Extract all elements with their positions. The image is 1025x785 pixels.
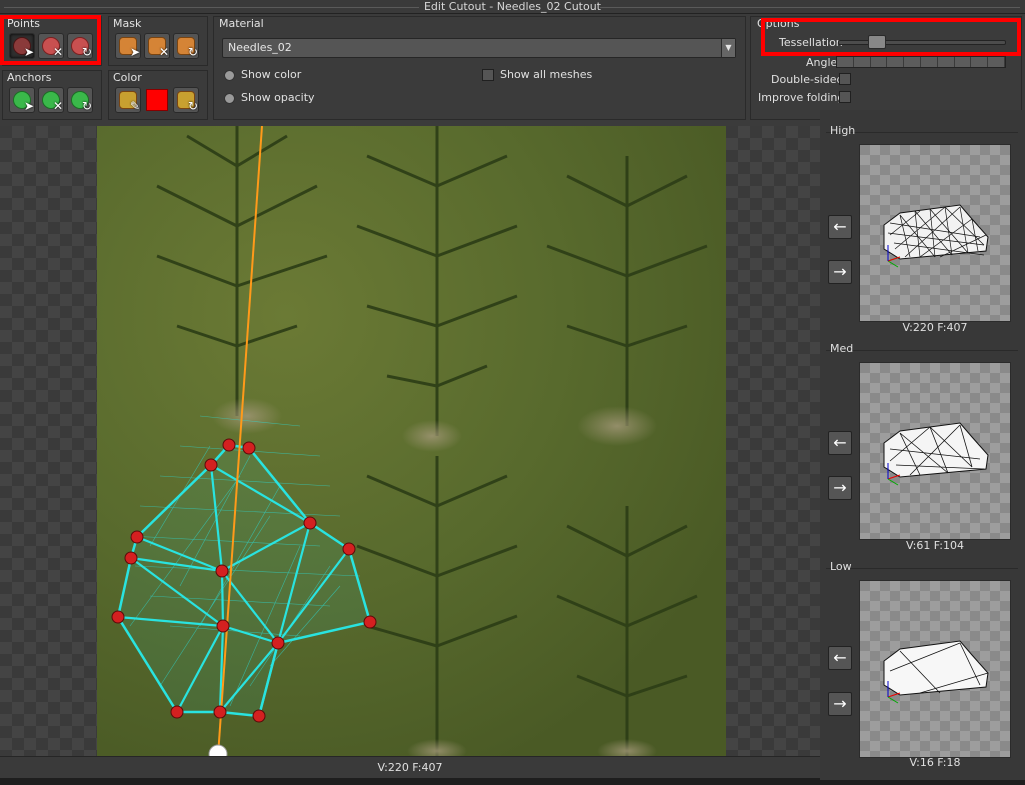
mask-delete-button[interactable]: ✕ [144,33,170,59]
cutout-point[interactable] [252,709,266,723]
cutout-point[interactable] [215,564,229,578]
angle-slider[interactable] [836,56,1006,68]
mask-reset-button[interactable]: ↻ [173,33,199,59]
lod-preview-high[interactable] [859,144,1011,322]
lod-section-high: High ← → V:220 F:407 [826,124,1020,336]
title-bar: Edit Cutout - Needles_02 Cutout [0,0,1025,14]
lod-name: High [830,124,856,137]
material-select[interactable]: Needles_02 ▼ [222,38,736,58]
show-color-radio[interactable] [224,70,235,81]
show-opacity-radio[interactable] [224,93,235,104]
cutout-point[interactable] [130,530,144,544]
lod-name: Med [830,342,854,355]
cutout-point[interactable] [303,516,317,530]
cutout-point[interactable] [271,636,285,650]
tessellation-highlight [761,18,1021,56]
cutout-mesh-overlay[interactable] [0,126,820,756]
lod-high-right-button[interactable]: → [828,260,852,284]
lod-preview-low[interactable] [859,580,1011,758]
mask-select-icon: ➤ [119,37,140,58]
anchor-point[interactable] [208,744,228,756]
color-swatch[interactable] [146,89,168,111]
arrow-left-icon: ← [833,648,847,667]
cutout-point[interactable] [170,705,184,719]
show-all-meshes-label: Show all meshes [500,68,593,81]
show-color-label: Show color [241,68,302,81]
mask-select-button[interactable]: ➤ [115,33,141,59]
cutout-point[interactable] [363,615,377,629]
lod-med-right-button[interactable]: → [828,476,852,500]
mask-delete-icon: ✕ [148,37,169,58]
mask-reset-icon: ↻ [177,37,198,58]
cutout-point[interactable] [242,441,256,455]
lod-mesh-med [883,422,989,486]
angle-label: Angle [806,56,838,69]
cutout-point[interactable] [216,619,230,633]
lod-mesh-low [883,640,989,704]
lod-low-stats: V:16 F:18 [909,756,961,769]
improve-folding-checkbox[interactable] [839,91,851,103]
anchors-label: Anchors [7,71,52,84]
color-picker-button[interactable]: ✎ [115,87,141,113]
color-label: Color [113,71,142,84]
lod-section-low: Low ← → V:16 F:18 [826,560,1020,774]
cutout-point[interactable] [124,551,138,565]
lod-name: Low [830,560,852,573]
double-sided-checkbox[interactable] [839,73,851,85]
lod-low-left-button[interactable]: ← [828,646,852,670]
texture-viewport[interactable] [0,126,820,756]
lod-mesh-high [883,204,989,268]
lod-low-right-button[interactable]: → [828,692,852,716]
material-label: Material [219,17,264,30]
mask-label: Mask [113,17,142,30]
lod-separator [826,568,1018,569]
arrow-left-icon: ← [833,433,847,452]
lod-separator [826,350,1018,351]
viewport-status-bar: V:220 F:407 [0,756,820,778]
improve-folding-label: Improve folding [758,91,845,104]
points-highlight [0,15,101,65]
anchor-reset-icon: ↻ [71,91,92,112]
color-reset-button[interactable]: ↻ [173,87,199,113]
cutout-point[interactable] [342,542,356,556]
anchor-delete-icon: ✕ [42,91,63,112]
show-all-meshes-checkbox[interactable] [482,69,494,81]
cutout-point[interactable] [222,438,236,452]
viewport-stats: V:220 F:407 [377,761,443,774]
cutout-point[interactable] [213,705,227,719]
window-title: Edit Cutout - Needles_02 Cutout [423,0,601,13]
lod-panel: High ← → V:220 F:407 Med ← → V:61 F:104 … [820,110,1025,780]
lod-high-stats: V:220 F:407 [902,321,968,334]
arrow-right-icon: → [833,478,847,497]
lod-med-left-button[interactable]: ← [828,431,852,455]
double-sided-label: Double-sided [771,73,844,86]
lod-section-med: Med ← → V:61 F:104 [826,342,1020,554]
show-opacity-label: Show opacity [241,91,315,104]
lod-med-stats: V:61 F:104 [905,539,964,552]
chevron-down-icon: ▼ [721,39,735,57]
arrow-right-icon: → [833,694,847,713]
lod-preview-med[interactable] [859,362,1011,540]
anchor-reset-button[interactable]: ↻ [67,87,93,113]
color-reset-icon: ↻ [177,91,198,112]
anchor-delete-button[interactable]: ✕ [38,87,64,113]
anchor-select-button[interactable]: ➤ [9,87,35,113]
anchor-select-icon: ➤ [13,91,34,112]
lod-high-left-button[interactable]: ← [828,215,852,239]
eyedropper-icon: ✎ [119,91,140,112]
arrow-left-icon: ← [833,217,847,236]
arrow-right-icon: → [833,262,847,281]
material-select-value: Needles_02 [228,41,292,54]
cutout-point[interactable] [204,458,218,472]
cutout-polygon[interactable] [116,443,372,718]
cutout-point[interactable] [111,610,125,624]
